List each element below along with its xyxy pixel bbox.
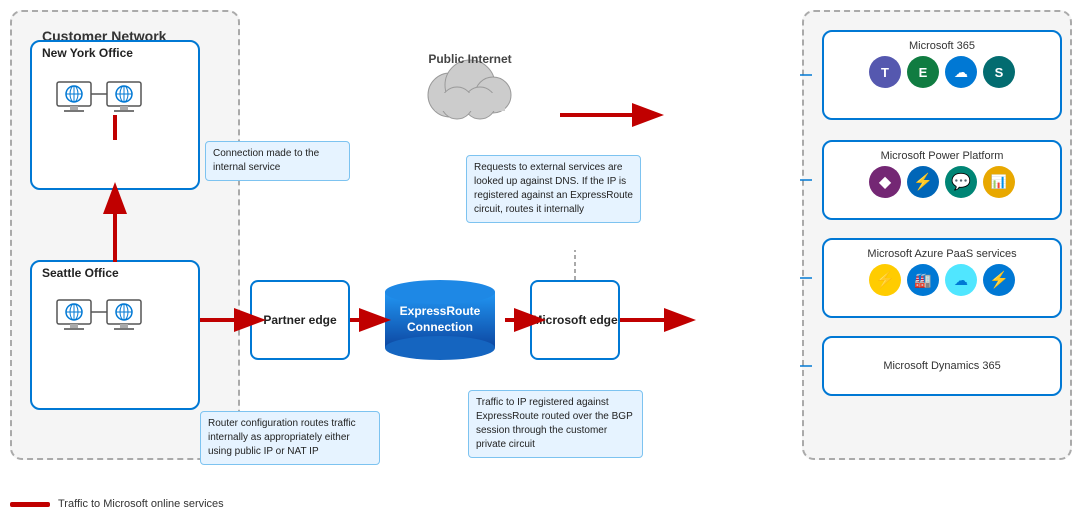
ms-edge-label: Microsoft edge	[532, 313, 617, 327]
onedrive-icon: ☁	[945, 56, 977, 88]
callout-traffic-ip: Traffic to IP registered against Express…	[468, 390, 643, 458]
dynamics-label: Microsoft Dynamics 365	[883, 360, 1000, 372]
azure-icons: ⚡ 🏭 ☁ ⚡	[832, 264, 1052, 296]
azure-title: Microsoft Azure PaaS services	[832, 248, 1052, 260]
power-title: Microsoft Power Platform	[832, 150, 1052, 162]
callout-connection-made: Connection made to the internal service	[205, 141, 350, 181]
seattle-computers-svg	[52, 290, 182, 380]
legend: Traffic to Microsoft online services	[10, 498, 224, 510]
public-internet-container: Public Internet	[400, 30, 540, 140]
teams-icon: T	[869, 56, 901, 88]
power-apps-icon: ◆	[869, 166, 901, 198]
sharepoint-icon: S	[983, 56, 1015, 88]
ms-edge-box: Microsoft edge	[530, 280, 620, 360]
partner-edge-box: Partner edge	[250, 280, 350, 360]
callout-requests-external: Requests to external services are looked…	[466, 155, 641, 223]
partner-edge-label: Partner edge	[263, 313, 336, 327]
azure-cloud-icon: ☁	[945, 264, 977, 296]
public-internet-label: Public Internet	[428, 52, 511, 68]
power-automate-icon: ⚡	[907, 166, 939, 198]
legend-label: Traffic to Microsoft online services	[58, 498, 224, 510]
power-platform-box: Microsoft Power Platform ◆ ⚡ 💬 📊	[822, 140, 1062, 220]
ms365-box: Microsoft 365 T E ☁ S	[822, 30, 1062, 120]
edge-icon: E	[907, 56, 939, 88]
power-bi-icon: 📊	[983, 166, 1015, 198]
ms365-icons: T E ☁ S	[832, 56, 1052, 88]
ny-computers	[52, 72, 182, 165]
ny-office-label: New York Office	[42, 46, 133, 60]
azure-bolt2-icon: ⚡	[983, 264, 1015, 296]
azure-content: Microsoft Azure PaaS services ⚡ 🏭 ☁ ⚡	[824, 240, 1060, 304]
diagram-container: Customer Network Microsoft Network New Y…	[0, 0, 1082, 520]
seattle-office-label: Seattle Office	[42, 266, 119, 280]
seattle-computers	[52, 290, 182, 383]
power-content: Microsoft Power Platform ◆ ⚡ 💬 📊	[824, 142, 1060, 206]
ms365-content: Microsoft 365 T E ☁ S	[824, 32, 1060, 96]
expressroute-label-container: ExpressRoute Connection	[375, 280, 505, 360]
expressroute-label: ExpressRoute Connection	[375, 304, 505, 335]
azure-bolt-icon: ⚡	[869, 264, 901, 296]
legend-line	[10, 502, 50, 507]
azure-paas-box: Microsoft Azure PaaS services ⚡ 🏭 ☁ ⚡	[822, 238, 1062, 318]
dynamics-box: Microsoft Dynamics 365	[822, 336, 1062, 396]
callout-router-config: Router configuration routes traffic inte…	[200, 411, 380, 465]
ny-computers-svg	[52, 72, 182, 162]
ms365-title: Microsoft 365	[832, 40, 1052, 52]
power-virtual-agents-icon: 💬	[945, 166, 977, 198]
azure-factory-icon: 🏭	[907, 264, 939, 296]
power-icons: ◆ ⚡ 💬 📊	[832, 166, 1052, 198]
